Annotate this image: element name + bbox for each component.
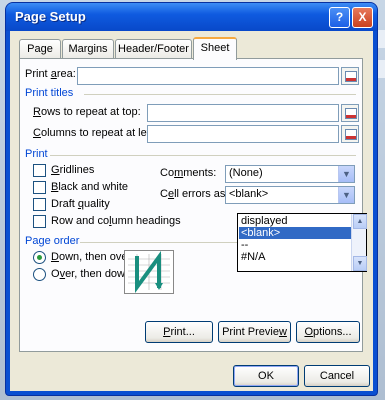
- print-area-collapse-button[interactable]: [341, 67, 359, 85]
- draft-quality-label: Draft quality: [51, 198, 110, 210]
- page-setup-dialog: Page Setup ? X Page Margins Header/Foote…: [6, 3, 377, 395]
- tab-header-footer[interactable]: Header/Footer: [115, 39, 192, 58]
- print-area-label: Print area:: [25, 68, 76, 80]
- comments-select[interactable]: (None) ▼: [225, 165, 355, 183]
- rows-to-repeat-label: Rows to repeat at top:: [33, 106, 141, 118]
- columns-to-repeat-label: Columns to repeat at left:: [33, 127, 156, 139]
- scroll-down-icon[interactable]: ▼: [353, 256, 367, 271]
- help-button[interactable]: ?: [329, 7, 350, 28]
- chevron-down-icon[interactable]: ▼: [338, 187, 354, 203]
- print-heading: Print: [25, 148, 48, 160]
- row-column-headings-checkbox[interactable]: [33, 215, 46, 228]
- cell-errors-select[interactable]: <blank> ▼: [225, 186, 355, 204]
- columns-to-repeat-input[interactable]: [147, 125, 339, 143]
- page-order-diagram-icon: [128, 250, 170, 294]
- over-then-down-label: Over, then down: [51, 268, 132, 280]
- over-then-down-radio[interactable]: [33, 268, 46, 281]
- rows-collapse-button[interactable]: [341, 104, 359, 122]
- comments-value: (None): [229, 167, 263, 179]
- dropdown-option-na[interactable]: #N/A: [239, 251, 353, 263]
- draft-quality-checkbox[interactable]: [33, 198, 46, 211]
- dropdown-option-blank[interactable]: <blank>: [239, 227, 353, 239]
- options-button[interactable]: Options...: [296, 321, 360, 343]
- print-titles-separator: [84, 94, 356, 95]
- tab-margins[interactable]: Margins: [62, 39, 114, 58]
- print-separator: [50, 155, 356, 156]
- dropdown-scrollbar[interactable]: ▲ ▼: [351, 214, 367, 271]
- sheet-tab-panel: Print area: Print titles Rows to repeat …: [19, 58, 363, 352]
- print-button[interactable]: Print...: [145, 321, 213, 343]
- print-preview-button[interactable]: Print Preview: [218, 321, 291, 343]
- collapse-dialog-icon: [345, 71, 357, 82]
- page-order-heading: Page order: [25, 235, 80, 247]
- title-bar: Page Setup ? X: [6, 3, 377, 31]
- down-then-over-radio[interactable]: [33, 251, 46, 264]
- dialog-title: Page Setup: [15, 9, 86, 24]
- cancel-button[interactable]: Cancel: [304, 365, 370, 387]
- rows-to-repeat-input[interactable]: [147, 104, 339, 122]
- columns-collapse-button[interactable]: [341, 125, 359, 143]
- radio-selected-dot: [37, 255, 42, 260]
- ok-button[interactable]: OK: [233, 365, 299, 387]
- cell-errors-label: Cell errors as:: [160, 188, 229, 200]
- print-titles-heading: Print titles: [25, 87, 74, 99]
- close-button[interactable]: X: [352, 7, 373, 28]
- down-then-over-label: Down, then over: [51, 251, 132, 263]
- scroll-up-icon[interactable]: ▲: [353, 214, 367, 229]
- black-and-white-checkbox[interactable]: [33, 181, 46, 194]
- dropdown-option-dashes[interactable]: --: [239, 239, 353, 251]
- cell-errors-dropdown-list: displayed <blank> -- #N/A ▲ ▼: [237, 213, 367, 272]
- page-order-preview: [124, 250, 174, 294]
- row-column-headings-label: Row and column headings: [51, 215, 181, 227]
- black-and-white-label: Black and white: [51, 181, 129, 193]
- collapse-dialog-icon: [345, 129, 357, 140]
- print-area-input[interactable]: [77, 67, 339, 85]
- comments-label: Comments:: [160, 167, 217, 179]
- dialog-body: Page Margins Header/Footer Sheet Print a…: [10, 31, 373, 391]
- collapse-dialog-icon: [345, 108, 357, 119]
- gridlines-label: Gridlines: [51, 164, 95, 176]
- cell-errors-value: <blank>: [229, 188, 269, 200]
- tab-page[interactable]: Page: [19, 39, 61, 58]
- gridlines-checkbox[interactable]: [33, 164, 46, 177]
- tab-sheet[interactable]: Sheet: [193, 37, 237, 60]
- chevron-down-icon[interactable]: ▼: [338, 166, 354, 182]
- dropdown-option-displayed[interactable]: displayed: [239, 215, 353, 227]
